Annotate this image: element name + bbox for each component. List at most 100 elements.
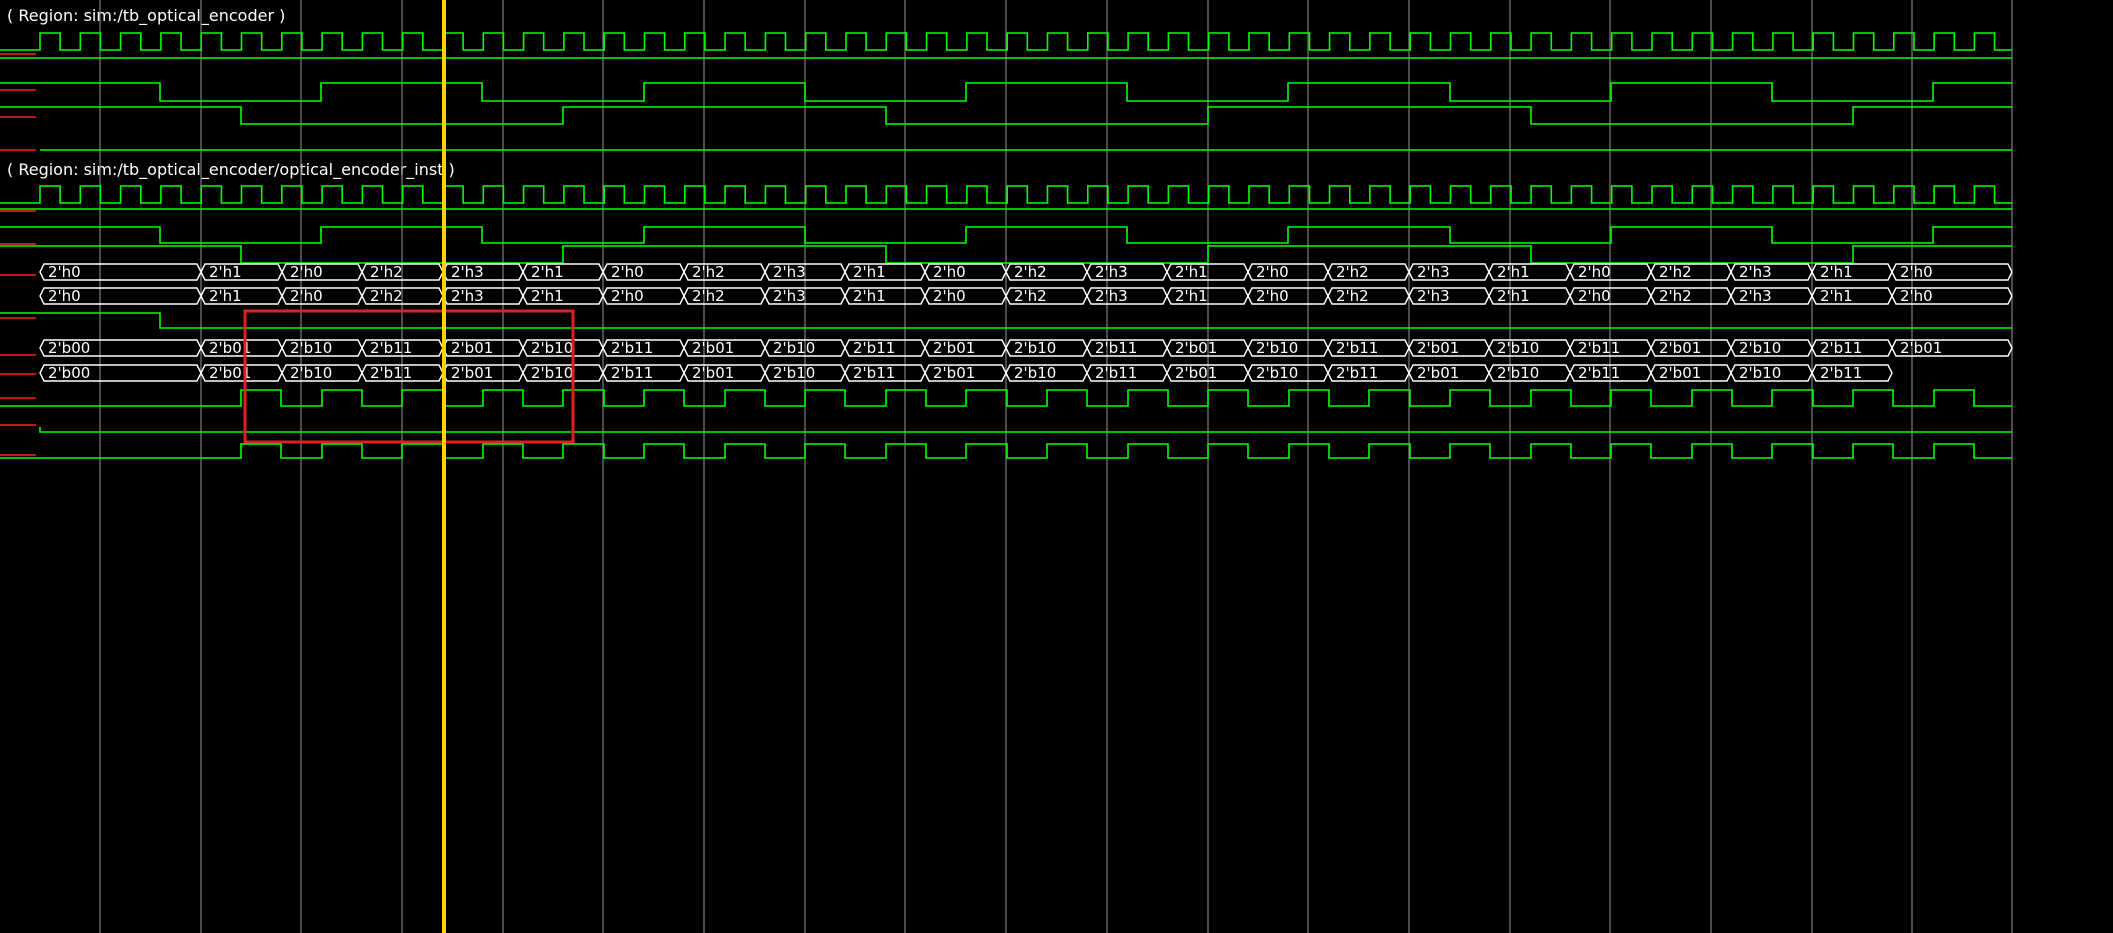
bus-value: 2'h1	[1175, 263, 1208, 281]
bus-value: 2'b10	[531, 339, 573, 357]
bus-value: 2'h0	[611, 287, 644, 305]
bus-segment: 2'h3	[1730, 263, 1813, 281]
bus-value: 2'h3	[451, 263, 484, 281]
bus-value: 2'b01	[933, 364, 975, 382]
bus-segment: 2'b10	[1730, 364, 1813, 382]
bus-segment: 2'b11	[1811, 364, 1893, 382]
bus-value: 2'h2	[370, 287, 403, 305]
bus-value: 2'h3	[1417, 287, 1450, 305]
bus-segment: 2'b01	[683, 339, 766, 357]
bus-value: 2'h0	[1900, 287, 1933, 305]
bus-value: 2'b11	[1336, 339, 1378, 357]
bus-value: 2'h0	[48, 263, 81, 281]
bus-segment: 2'h1	[844, 263, 926, 281]
bus-value: 2'h0	[1578, 287, 1611, 305]
bus-value: 2'b11	[611, 339, 653, 357]
bus-value: 2'b10	[773, 364, 815, 382]
bus-segment: 2'h1	[522, 263, 604, 281]
bus-segment: 2'h3	[1086, 263, 1168, 281]
bus-value: 2'h0	[1578, 263, 1611, 281]
bus-value: 2'h3	[1739, 287, 1772, 305]
bus-value: 2'h1	[853, 263, 886, 281]
bus-segment: 2'h0	[602, 287, 685, 305]
bus-segment: 2'h0	[602, 263, 685, 281]
bus-value: 2'h1	[531, 287, 564, 305]
bus-value: 2'b11	[1820, 339, 1862, 357]
bus-segment: 2'b10	[522, 364, 604, 382]
bus-value: 2'h0	[290, 287, 323, 305]
bus-segment: 2'b10	[1730, 339, 1813, 357]
bus-segment: 2'b10	[1488, 364, 1571, 382]
waveform-canvas[interactable]: 2'h0 2'h1 2'h0 2'h2 2'h3 2'h1 2'h0 2'h2 2'h3 2'h1…	[0, 0, 2113, 933]
bus-segment: 2'h2	[1005, 287, 1088, 305]
bus-segment: 2'b01	[924, 339, 1007, 357]
bus-value: 2'b11	[1095, 364, 1137, 382]
bus-segment: 2'b11	[1086, 364, 1168, 382]
bus-value: 2'h3	[773, 263, 806, 281]
bus-value: 2'h0	[48, 287, 81, 305]
bus-segment: 2'h0	[1247, 287, 1329, 305]
bus-value: 2'h2	[1659, 287, 1692, 305]
bus-segment: 2'h0	[924, 287, 1007, 305]
bus-value: 2'h0	[290, 263, 323, 281]
bus-segment: 2'b01	[200, 339, 283, 357]
bus-segment: 2'b01	[924, 364, 1007, 382]
bus-segment: 2'h1	[522, 287, 604, 305]
bus-segment: 2'b11	[1327, 339, 1410, 357]
bus-value: 2'b01	[1659, 364, 1701, 382]
bus-value: 2'h0	[1900, 263, 1933, 281]
bus-value: 2'b01	[451, 364, 493, 382]
bus-value: 2'b10	[1739, 339, 1781, 357]
bus-value: 2'b11	[1578, 339, 1620, 357]
bus-segment: 2'b11	[361, 339, 444, 357]
bus-value: 2'h0	[933, 263, 966, 281]
bus-segment: 2'h3	[1086, 287, 1168, 305]
bus-value: 2'h1	[1175, 287, 1208, 305]
bus-value: 2'b01	[1175, 364, 1217, 382]
bus-segment: 2'b11	[1569, 339, 1652, 357]
bus-value: 2'h3	[1095, 263, 1128, 281]
bus-segment: 2'h0	[281, 263, 363, 281]
bus-value: 2'b00	[48, 339, 90, 357]
bus-segment: 2'h1	[200, 263, 283, 281]
bus-value: 2'b01	[451, 339, 493, 357]
bus-segment: 2'h3	[1408, 287, 1490, 305]
bus-segment: 2'h0	[39, 263, 202, 281]
bus-value: 2'b01	[692, 339, 734, 357]
bus-segment: 2'b01	[1408, 339, 1490, 357]
bus-value: 2'h2	[1014, 263, 1047, 281]
bus-value: 2'h2	[692, 287, 725, 305]
bus-segment: 2'h1	[1811, 287, 1893, 305]
bus-segment: 2'h3	[442, 263, 524, 281]
bus-segment: 2'b10	[1488, 339, 1571, 357]
bus-segment: 2'b10	[764, 364, 846, 382]
bus-segment: 2'h0	[1891, 287, 2013, 305]
bus-segment: 2'b01	[1650, 364, 1732, 382]
bus-segment: 2'b11	[1569, 364, 1652, 382]
bus-value: 2'h1	[1820, 263, 1853, 281]
bus-segment: 2'h3	[764, 287, 846, 305]
bus-value: 2'h3	[1417, 263, 1450, 281]
bus-value: 2'h0	[1256, 263, 1289, 281]
bus-segment: 2'h0	[1569, 263, 1652, 281]
bus-value: 2'b10	[290, 339, 332, 357]
bus-segment: 2'h1	[844, 287, 926, 305]
bus-segment: 2'h1	[1166, 263, 1249, 281]
bus-segment: 2'b10	[522, 339, 604, 357]
bus-segment: 2'h2	[1005, 263, 1088, 281]
bus-segment: 2'b00	[39, 339, 202, 357]
bus-value: 2'h2	[1659, 263, 1692, 281]
bus-value: 2'b11	[370, 364, 412, 382]
bus-segment: 2'h2	[1327, 287, 1410, 305]
bus-value: 2'b11	[1336, 364, 1378, 382]
bus-segment: 2'h2	[361, 287, 444, 305]
flat-signal	[39, 427, 2012, 433]
bus-value: 2'b10	[290, 364, 332, 382]
bus-value: 2'h1	[1497, 263, 1530, 281]
bus-segment: 2'h2	[683, 263, 766, 281]
bus-segment: 2'b10	[281, 364, 363, 382]
bus-value: 2'b10	[1014, 364, 1056, 382]
bus-value: 2'h1	[1497, 287, 1530, 305]
bus-segment: 2'b10	[1005, 364, 1088, 382]
bus-value: 2'h1	[853, 287, 886, 305]
